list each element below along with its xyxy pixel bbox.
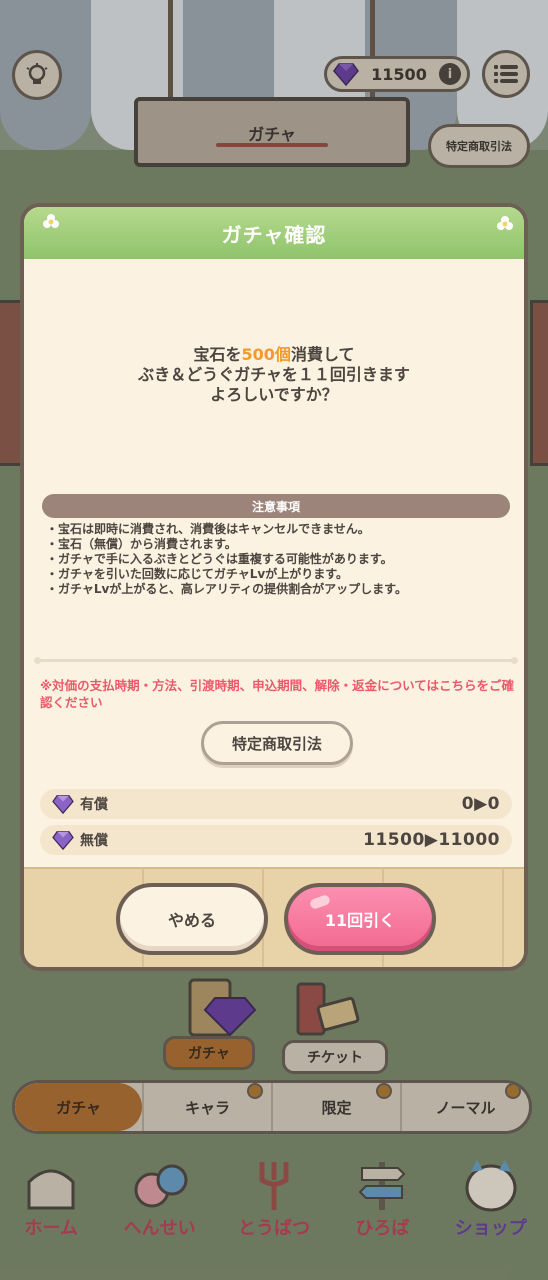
notice-item: ・ガチャを引いた回数に応じてガチャLvが上がります。 xyxy=(46,567,349,581)
cancel-button[interactable]: やめる xyxy=(116,883,268,955)
free-gems-row: 無償 11500▶11000 xyxy=(40,825,512,855)
flower-icon xyxy=(43,214,59,228)
message-line-1: 宝石を500個消費して xyxy=(24,345,524,365)
message-line-3: よろしいですか？ xyxy=(210,385,338,404)
divider xyxy=(34,657,518,664)
message-suffix: 消費して xyxy=(290,345,355,364)
notice-heading: 注意事項 xyxy=(42,494,510,518)
notice-item: ・宝石は即時に消費され、消費後はキャンセルできません。 xyxy=(46,522,370,536)
notice-item: ・宝石（無償）から消費されます。 xyxy=(46,537,237,551)
notice-item: ・ガチャで手に入るぶきとどうぐは重複する可能性があります。 xyxy=(46,552,393,566)
draw-11-button[interactable]: 11回引く xyxy=(284,883,436,955)
gem-icon xyxy=(52,831,74,850)
paid-gems-row: 有償 0▶0 xyxy=(40,789,512,819)
payment-warning: ※対価の支払時期・方法、引渡時期、申込期間、解除・返金についてはこちらをご確認く… xyxy=(40,678,515,710)
gem-cost: 500個 xyxy=(241,345,291,364)
dialog-title: ガチャ確認 xyxy=(221,222,327,247)
dialog-header: ガチャ確認 xyxy=(24,207,524,259)
wood-footer xyxy=(24,867,524,967)
paid-value: 0▶0 xyxy=(461,794,500,814)
gem-icon xyxy=(52,795,74,814)
notice-item: ・ガチャLvが上がると、高レアリティの提供割合がアップします。 xyxy=(46,582,407,596)
free-value: 11500▶11000 xyxy=(363,830,500,850)
free-label: 無償 xyxy=(80,833,108,849)
confirm-message: 宝石を500個消費して ぶき＆どうぐガチャを１１回引きます よろしいですか？ xyxy=(24,345,524,405)
notice-list: ・宝石は即時に消費され、消費後はキャンセルできません。 ・宝石（無償）から消費さ… xyxy=(46,522,516,597)
law-button[interactable]: 特定商取引法 xyxy=(201,721,353,765)
message-line-2: ぶき＆どうぐガチャを１１回引きます xyxy=(138,365,410,384)
message-prefix: 宝石を xyxy=(193,345,242,364)
gacha-confirm-dialog: ガチャ確認 宝石を500個消費して ぶき＆どうぐガチャを１１回引きます よろしい… xyxy=(20,203,528,971)
flower-icon xyxy=(497,216,513,230)
paid-label: 有償 xyxy=(80,797,108,813)
